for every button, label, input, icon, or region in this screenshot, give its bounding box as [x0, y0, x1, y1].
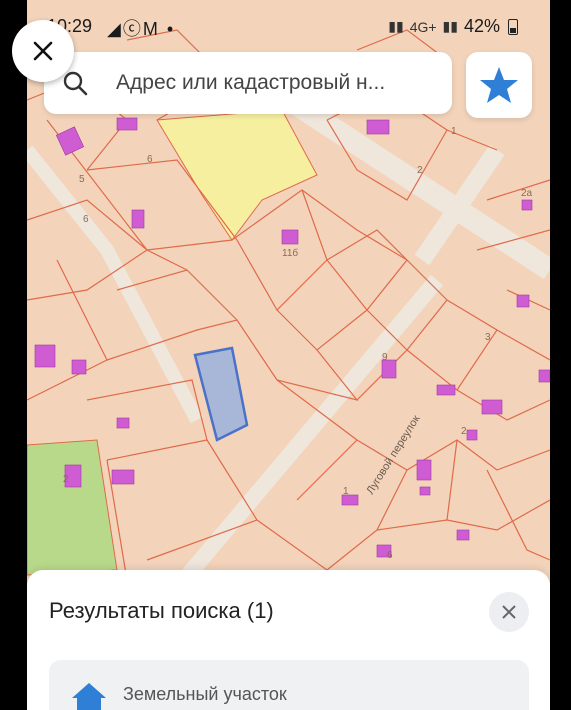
- battery-icon: [508, 18, 518, 35]
- map-label: 6: [387, 550, 393, 561]
- result-type: Земельный участок: [123, 684, 287, 704]
- map-label: 2: [461, 426, 467, 437]
- signal-icon: ▮▮: [388, 18, 404, 34]
- map-label: 1: [451, 126, 457, 137]
- map-label: 6: [147, 154, 153, 165]
- star-icon: [480, 67, 518, 103]
- map-label: 1: [343, 486, 349, 497]
- results-title: Результаты поиска (1): [49, 598, 274, 623]
- map-label: 2а: [521, 188, 533, 199]
- search-input[interactable]: [116, 70, 436, 96]
- notification-icons: ◢ⓒM •: [107, 19, 176, 39]
- map-label: 2: [417, 165, 423, 176]
- favorites-button[interactable]: [466, 52, 532, 118]
- search-results-panel: Результаты поиска (1) Земельный участок: [27, 570, 550, 710]
- status-indicators: ▮▮ 4G+ ▮▮ 42%: [388, 16, 518, 37]
- signal-icon: ▮▮: [442, 18, 458, 34]
- map-label: 11б: [282, 247, 298, 259]
- map-label: 5: [79, 174, 85, 185]
- result-item[interactable]: Земельный участок: [49, 660, 529, 710]
- close-results-button[interactable]: [489, 592, 529, 632]
- close-button[interactable]: [12, 20, 74, 82]
- battery-level: 42%: [463, 16, 500, 36]
- map-label: 9: [382, 352, 388, 363]
- map-label: 6: [83, 214, 89, 225]
- status-bar: 10:29 ◢ⓒM • ▮▮ 4G+ ▮▮ 42%: [27, 0, 550, 50]
- map-label: 3: [485, 332, 491, 343]
- map-label: 2: [63, 474, 69, 485]
- search-bar[interactable]: [44, 52, 452, 114]
- search-icon: [63, 71, 88, 96]
- close-icon: [502, 605, 516, 619]
- app-screen: 6 5 6 2 2а 11б 3 9 2 1 6 2 1 Луговой пер…: [27, 0, 550, 710]
- close-icon: [33, 41, 53, 61]
- network-type: 4G+: [409, 18, 437, 35]
- house-icon: [72, 683, 106, 710]
